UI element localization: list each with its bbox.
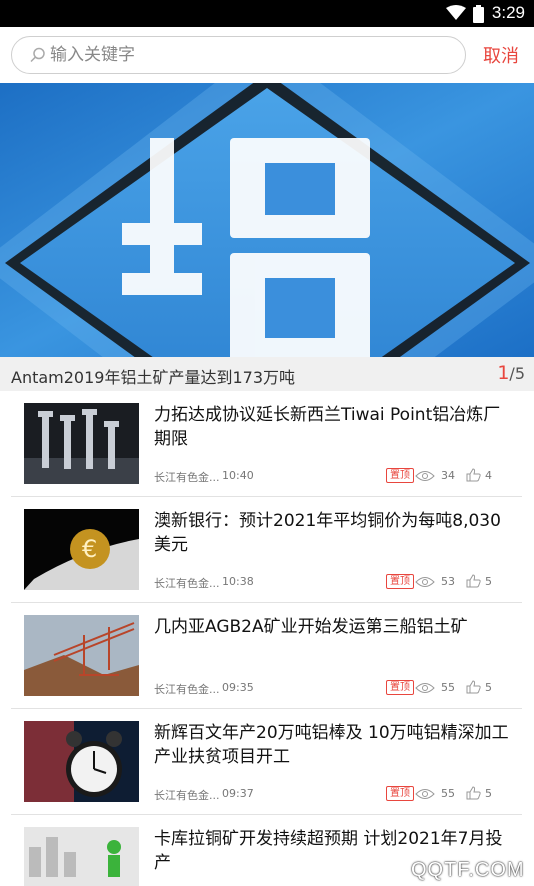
news-title: 力拓达成协议延长新西兰Tiwai Point铝冶炼厂期限 [154,405,501,449]
news-item[interactable]: 力拓达成协议延长新西兰Tiwai Point铝冶炼厂期限 长江有色金... 10… [11,391,522,497]
like-count: 5 [485,681,492,694]
view-count: 53 [441,575,455,588]
banner-caption[interactable]: Antam2019年铝土矿产量达到173万吨 [11,364,295,388]
news-item[interactable]: € 澳新银行：预计2021年平均铜价为每吨8,030美元 长江有色金... 10… [11,497,522,603]
news-source: 长江有色金... [154,683,220,696]
view-count: 55 [441,787,455,800]
news-source: 长江有色金... [154,789,220,802]
cancel-button[interactable]: 取消 [483,42,519,68]
pinned-badge: 置顶 [386,786,414,801]
pinned-badge: 置顶 [386,680,414,695]
news-thumbnail [24,827,139,886]
view-count: 55 [441,681,455,694]
watermark: QQTF.COM [411,859,525,881]
news-thumbnail [24,403,139,484]
news-source: 长江有色金... [154,577,220,590]
news-time: 09:35 [222,681,254,694]
news-time: 09:37 [222,787,254,800]
eye-icon [415,789,435,799]
thumbs-up-icon[interactable] [466,786,481,800]
like-count: 4 [485,469,492,482]
eye-icon [415,471,435,481]
news-time: 10:38 [222,575,254,588]
search-icon [30,47,45,63]
pinned-badge: 置顶 [386,574,414,589]
news-title: 新辉百文年产20万吨铝棒及 10万吨铝精深加工产业扶贫项目开工 [154,723,509,767]
thumbs-up-icon[interactable] [466,468,481,482]
news-meta: 长江有色金... 09:37 置顶 55 5 [154,786,514,803]
search-header: 取消 [0,27,534,83]
banner-image [0,83,534,357]
news-item[interactable]: 几内亚AGB2A矿业开始发运第三船铝土矿 长江有色金... 09:35 置顶 5… [11,603,522,709]
banner-total-pages: /5 [509,364,525,383]
news-meta: 长江有色金... 10:38 置顶 53 5 [154,574,514,591]
clock: 3:29 [491,3,525,22]
news-title: 几内亚AGB2A矿业开始发运第三船铝土矿 [154,617,468,637]
news-thumbnail [24,615,139,696]
view-count: 34 [441,469,455,482]
news-time: 10:40 [222,469,254,482]
wifi-icon [446,5,466,20]
news-thumbnail [24,721,139,802]
search-box[interactable] [11,36,466,74]
news-meta: 长江有色金... 09:35 置顶 55 5 [154,680,514,697]
banner-current-page: 1 [497,362,510,384]
banner-pager: 1/5 [497,362,525,384]
thumbs-up-icon[interactable] [466,680,481,694]
news-item[interactable]: 新辉百文年产20万吨铝棒及 10万吨铝精深加工产业扶贫项目开工 长江有色金...… [11,709,522,815]
news-thumbnail: € [24,509,139,590]
like-count: 5 [485,575,492,588]
pinned-badge: 置顶 [386,468,414,483]
eye-icon [415,683,435,693]
battery-icon [473,5,484,23]
search-input[interactable] [50,42,450,68]
news-title: 澳新银行：预计2021年平均铜价为每吨8,030美元 [154,511,501,555]
status-bar: 3:29 [0,0,534,27]
news-meta: 长江有色金... 10:40 置顶 34 4 [154,468,514,485]
like-count: 5 [485,787,492,800]
svg-text:€: € [82,535,97,563]
banner-caption-bar: Antam2019年铝土矿产量达到173万吨 1/5 [0,357,534,391]
thumbs-up-icon[interactable] [466,574,481,588]
news-source: 长江有色金... [154,471,220,484]
banner-carousel[interactable] [0,83,534,357]
eye-icon [415,577,435,587]
